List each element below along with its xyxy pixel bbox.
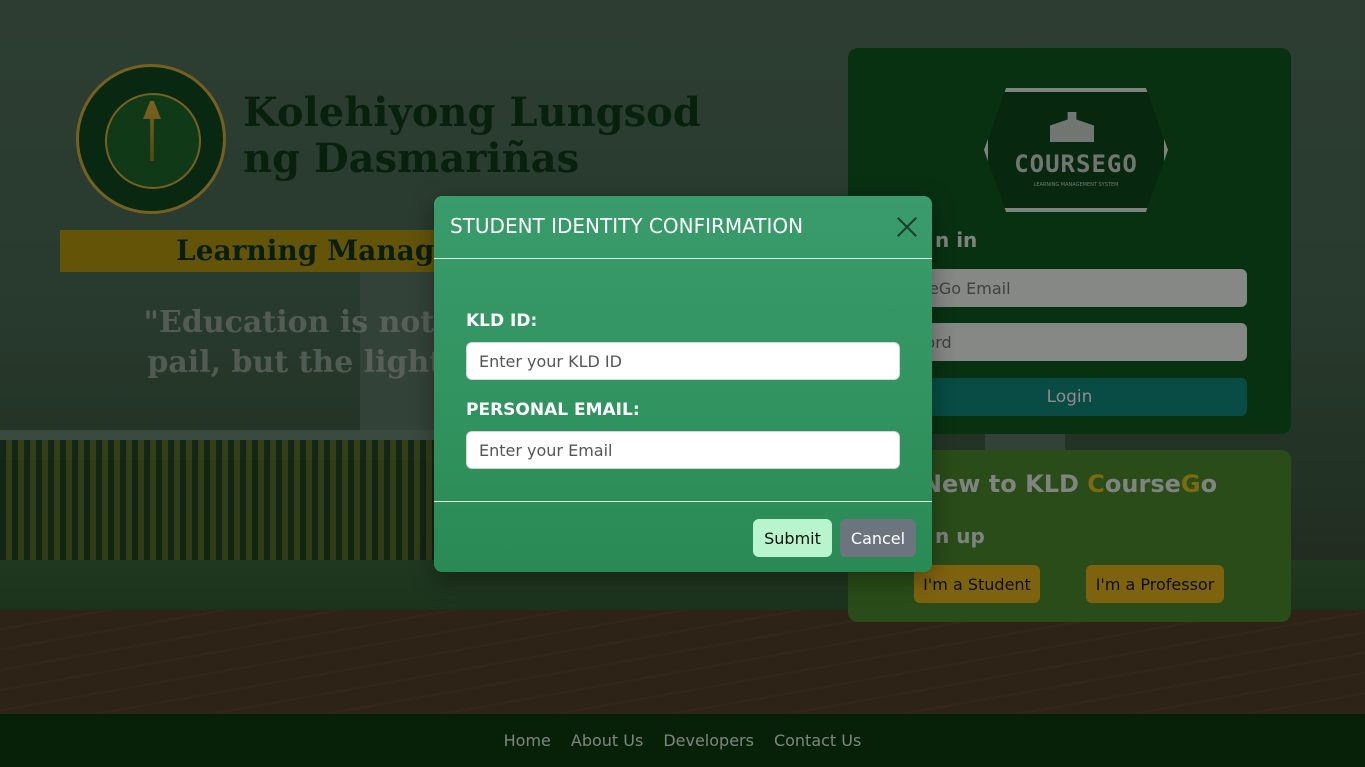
cancel-button[interactable]: Cancel [840,519,916,557]
modal-footer: Submit Cancel [434,501,932,572]
modal-header: STUDENT IDENTITY CONFIRMATION [434,196,932,259]
kld-id-input[interactable] [466,342,900,380]
personal-email-label: PERSONAL EMAIL: [466,400,640,420]
submit-button[interactable]: Submit [753,519,832,557]
close-icon[interactable] [896,216,918,238]
personal-email-input[interactable] [466,431,900,469]
modal-title: STUDENT IDENTITY CONFIRMATION [450,214,804,238]
kld-id-label: KLD ID: [466,311,538,331]
identity-confirmation-modal: STUDENT IDENTITY CONFIRMATION KLD ID: PE… [434,196,932,572]
